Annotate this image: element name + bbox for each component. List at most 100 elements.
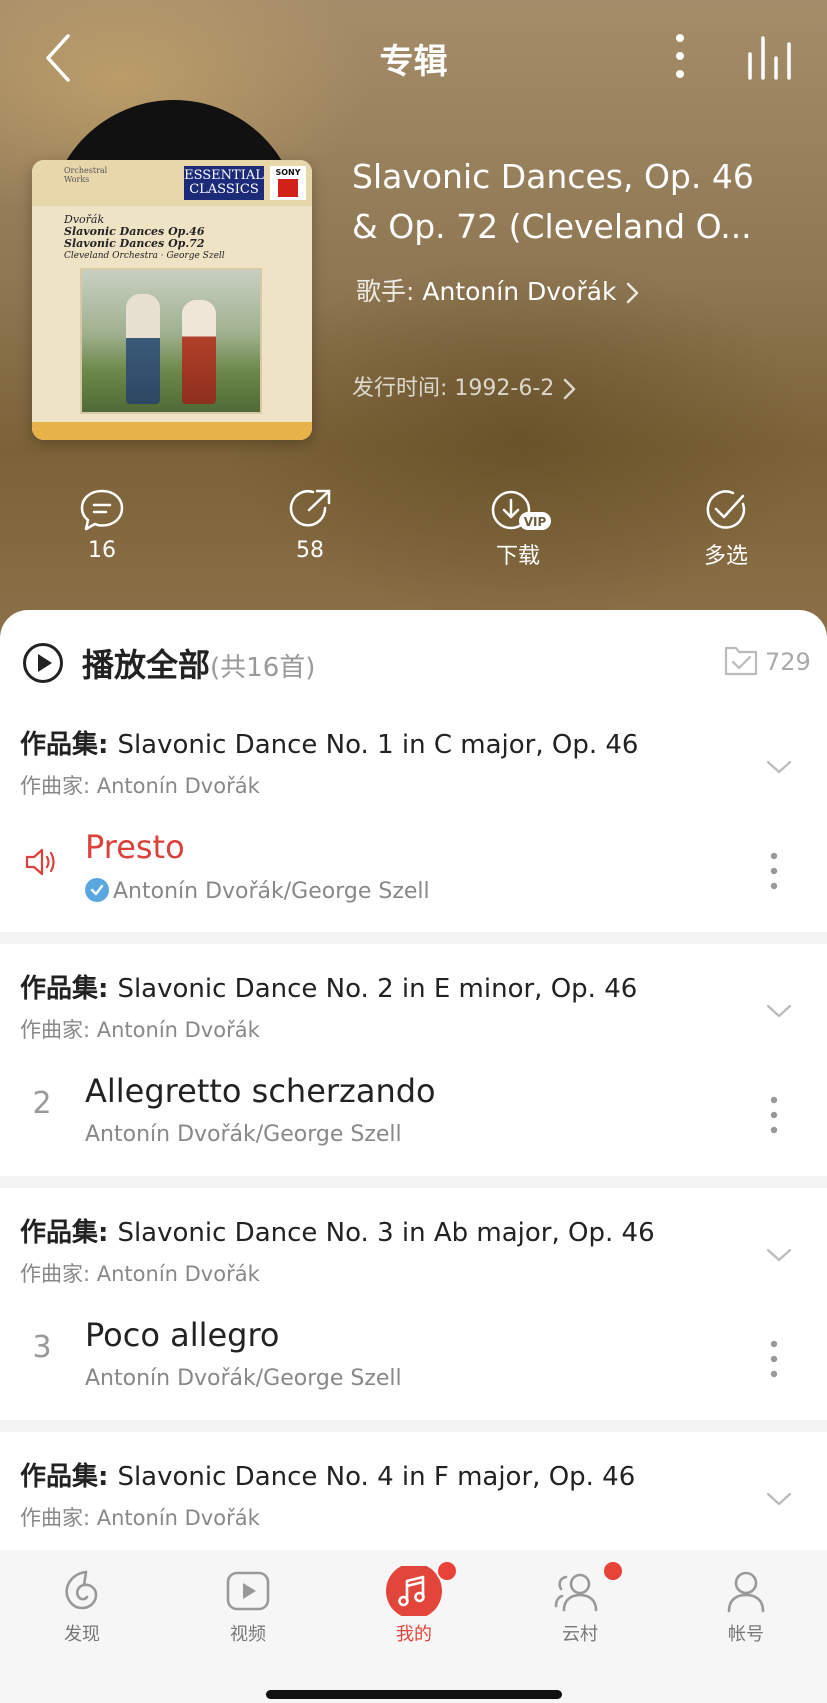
chevron-right-icon: [627, 282, 639, 304]
track-index: 3: [32, 1330, 52, 1365]
album-header: 专辑 Orchestral Works ESSENTIAL CLASSICS S…: [0, 0, 827, 640]
discover-icon: [65, 1570, 98, 1610]
track-title: Poco allegro: [85, 1316, 280, 1354]
chevron-down-icon: [766, 1492, 792, 1506]
work-group-header[interactable]: 作品集: Slavonic Dance No. 4 in F major, Op…: [0, 1432, 827, 1542]
multi-select-button[interactable]: 多选: [666, 488, 786, 570]
work-composer: 作曲家: Antonín Dvořák: [20, 774, 260, 798]
track-count: (共16首): [210, 653, 316, 683]
play-circle-icon: [23, 643, 63, 683]
track-artist: Antonín Dvořák/George Szell: [85, 878, 430, 904]
release-date: 发行时间: 1992-6-2: [352, 376, 555, 401]
community-icon: [554, 1573, 598, 1612]
vip-badge: VIP: [524, 515, 547, 529]
tab-label: 发现: [64, 1624, 100, 1645]
share-button[interactable]: 58: [250, 488, 370, 563]
download-button[interactable]: VIP 下载: [458, 488, 578, 570]
now-playing-button[interactable]: [746, 34, 796, 82]
tab-label: 云村: [562, 1624, 598, 1645]
download-label: 下载: [495, 544, 540, 569]
page-title: 专辑: [379, 42, 448, 82]
work-composer: 作曲家: Antonín Dvořák: [20, 1506, 260, 1530]
verified-icon: [85, 878, 109, 902]
cover-text: Dvořák Slavonic Dances Op.46 Slavonic Da…: [64, 213, 225, 262]
track-index: 2: [32, 1086, 52, 1121]
multi-select-label: 多选: [703, 544, 748, 569]
track-title: Presto: [85, 828, 185, 866]
check-circle-icon: [706, 490, 746, 529]
tab-community[interactable]: 云村: [520, 1566, 640, 1646]
chevron-down-icon: [766, 1248, 792, 1262]
tab-label: 帐号: [728, 1624, 764, 1645]
chevron-right-icon: [564, 378, 576, 400]
track-more-button[interactable]: [760, 1334, 788, 1384]
comments-count: 16: [88, 538, 116, 563]
work-title: 作品集: Slavonic Dance No. 2 in E minor, Op…: [20, 974, 638, 1004]
divider: [0, 1420, 827, 1432]
track-row[interactable]: 3 Poco allegro Antonín Dvořák/George Sze…: [0, 1298, 827, 1420]
release-date-link[interactable]: 发行时间: 1992-6-2: [352, 370, 579, 402]
chevron-down-icon: [766, 760, 792, 774]
tab-label: 视频: [230, 1624, 266, 1645]
comments-button[interactable]: 16: [42, 488, 162, 563]
vertical-dots-icon: [770, 1096, 778, 1134]
collect-count: 729: [765, 648, 811, 676]
collect-button[interactable]: 729: [722, 642, 812, 682]
tab-label: 我的: [396, 1624, 432, 1645]
work-group-header[interactable]: 作品集: Slavonic Dance No. 3 in Ab major, O…: [0, 1188, 827, 1298]
vertical-dots-icon: [676, 34, 684, 78]
tab-discover[interactable]: 发现: [22, 1566, 142, 1646]
artist-label: 歌手:: [356, 277, 423, 306]
tab-mine[interactable]: 我的: [354, 1566, 474, 1646]
album-cover[interactable]: Orchestral Works ESSENTIAL CLASSICS SONY…: [32, 160, 312, 440]
more-menu-button[interactable]: [664, 32, 696, 84]
work-title: 作品集: Slavonic Dance No. 3 in Ab major, O…: [20, 1218, 655, 1248]
vertical-dots-icon: [770, 1340, 778, 1378]
cover-painting: [80, 268, 262, 414]
chevron-down-icon: [766, 1004, 792, 1018]
tab-video[interactable]: 视频: [188, 1566, 308, 1646]
track-row[interactable]: 2 Allegretto scherzando Antonín Dvořák/G…: [0, 1054, 827, 1176]
play-all-button[interactable]: 播放全部(共16首): [22, 640, 662, 686]
folder-check-icon: [724, 646, 758, 676]
track-artist: Antonín Dvořák/George Szell: [85, 1366, 402, 1391]
work-title: 作品集: Slavonic Dance No. 1 in C major, Op…: [20, 730, 639, 760]
artist-name: Antonín Dvořák: [422, 277, 617, 306]
album-title: Slavonic Dances, Op. 46 & Op. 72 (Clevel…: [352, 157, 754, 246]
cover-label-logo: SONY: [270, 166, 306, 200]
divider: [0, 1176, 827, 1188]
tab-account[interactable]: 帐号: [686, 1566, 806, 1646]
work-group: 作品集: Slavonic Dance No. 1 in C major, Op…: [0, 700, 827, 932]
play-all-label: 播放全部: [82, 646, 211, 684]
artist-link[interactable]: 歌手: Antonín Dvořák: [356, 272, 642, 308]
share-count: 58: [296, 538, 324, 563]
work-composer: 作曲家: Antonín Dvořák: [20, 1262, 260, 1286]
music-note-icon: [386, 1566, 442, 1616]
track-row[interactable]: Presto Antonín Dvořák/George Szell: [0, 810, 827, 932]
speaker-icon: [25, 848, 55, 876]
account-icon: [727, 1571, 765, 1613]
equalizer-icon: [748, 36, 791, 80]
track-title: Allegretto scherzando: [85, 1072, 436, 1110]
top-bar: 专辑: [0, 0, 827, 115]
vertical-dots-icon: [770, 852, 778, 890]
work-group-header[interactable]: 作品集: Slavonic Dance No. 2 in E minor, Op…: [0, 944, 827, 1054]
track-more-button[interactable]: [760, 1090, 788, 1140]
bottom-tab-bar: 发现 视频 我的 云村 帐号: [0, 1550, 827, 1703]
work-composer: 作曲家: Antonín Dvořák: [20, 1018, 260, 1042]
now-playing-indicator: [22, 846, 62, 886]
download-icon: VIP: [491, 490, 551, 530]
notification-badge: [602, 1560, 624, 1582]
cover-badge: ESSENTIAL CLASSICS: [184, 166, 264, 200]
work-group: 作品集: Slavonic Dance No. 2 in E minor, Op…: [0, 944, 827, 1176]
cover-series-logo: Orchestral Works: [64, 166, 108, 184]
track-list-panel: 播放全部(共16首) 729 作品集: Slavonic Dance No. 1…: [0, 610, 827, 1550]
work-group-header[interactable]: 作品集: Slavonic Dance No. 1 in C major, Op…: [0, 700, 827, 810]
home-indicator[interactable]: [266, 1690, 562, 1699]
divider: [0, 932, 827, 944]
album-actions: 16 58 VIP 下载 多选: [0, 488, 827, 578]
track-more-button[interactable]: [760, 846, 788, 896]
notification-badge: [436, 1560, 458, 1582]
work-title: 作品集: Slavonic Dance No. 4 in F major, Op…: [20, 1462, 636, 1492]
video-icon: [226, 1571, 270, 1611]
